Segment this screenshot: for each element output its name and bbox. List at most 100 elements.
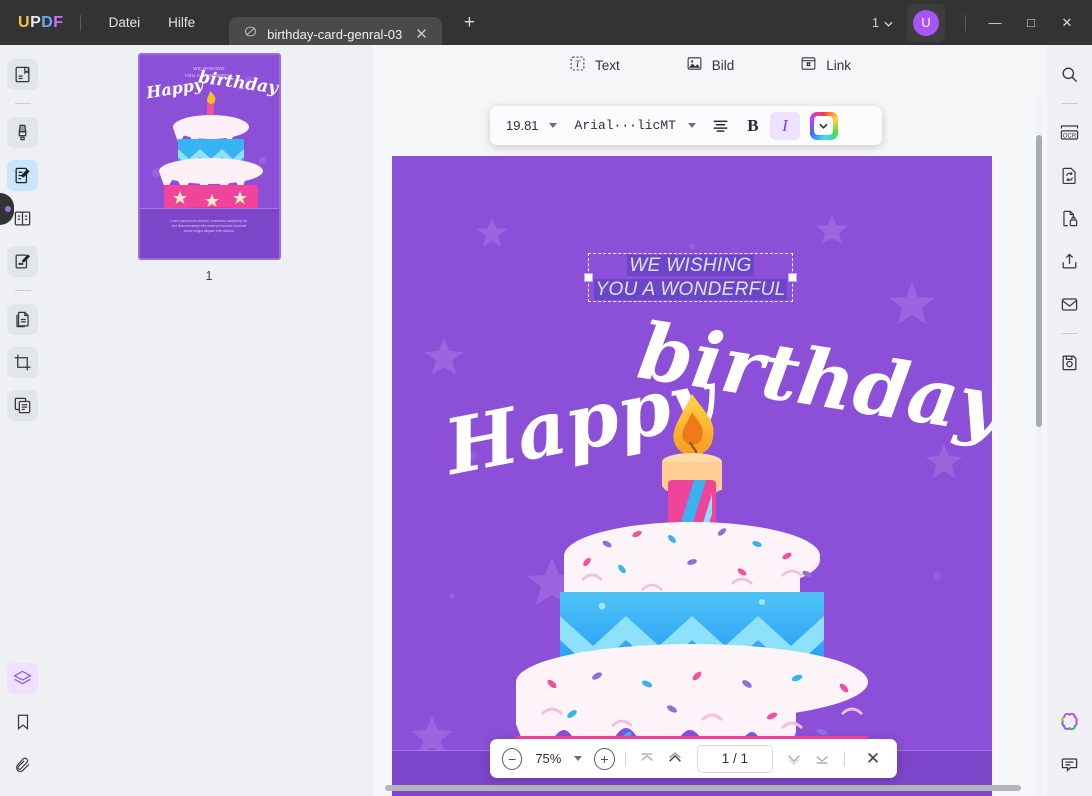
left-tool-rail	[0, 45, 45, 796]
font-size-value: 19.81	[506, 118, 539, 133]
canvas-scroll-area[interactable]: Happy birthday WE WISHING YOU A WONDERFU…	[373, 90, 1047, 796]
logo-letter-d: D	[41, 13, 54, 31]
image-icon	[686, 55, 703, 75]
text-color-button[interactable]	[809, 111, 838, 140]
tab-close-icon[interactable]: ✕	[411, 25, 432, 44]
bold-button[interactable]: B	[738, 112, 768, 140]
vertical-scrollbar-thumb[interactable]	[1036, 135, 1042, 427]
chevron-down-icon	[548, 123, 557, 128]
zoom-in-button[interactable]: +	[594, 747, 615, 770]
thumb-footer-text: Lorem ipsum dolor sit amet, consectetur …	[139, 208, 279, 258]
titlebar-divider	[79, 14, 81, 31]
prev-page-icon[interactable]	[663, 746, 687, 772]
next-page-icon[interactable]	[783, 746, 807, 772]
comment-icon[interactable]	[1054, 749, 1085, 780]
title-bar: U P D F Datei Hilfe birthday-card-genral…	[0, 0, 1092, 51]
main-body: WE WISHING YOU A WONDERFUL Happy birthda…	[0, 45, 1092, 796]
selected-text-line2: YOU A WONDERFUL	[593, 279, 788, 300]
thumbnail-page-number: 1	[205, 269, 213, 283]
last-page-icon[interactable]	[810, 746, 834, 772]
edit-pdf-icon[interactable]	[7, 160, 38, 191]
window-count-value: 1	[872, 15, 879, 30]
share-icon[interactable]	[1054, 246, 1085, 277]
thumbnail-page-1[interactable]: WE WISHING YOU A WONDERFUL Happy birthda…	[137, 53, 281, 260]
font-family-value: Arial···licMT	[574, 118, 676, 133]
protect-icon[interactable]	[1054, 203, 1085, 234]
svg-text:T: T	[575, 59, 581, 69]
crop-icon[interactable]	[7, 347, 38, 378]
logo-letter-u: U	[18, 13, 31, 31]
convert-icon[interactable]	[1054, 160, 1085, 191]
ocr-icon[interactable]: OCR	[1054, 117, 1085, 148]
search-icon[interactable]	[1054, 59, 1085, 90]
window-count-selector[interactable]: 1	[864, 11, 901, 35]
edit-toolbar: T Text Bild Link	[373, 45, 1047, 85]
tool-bild[interactable]: Bild	[678, 50, 743, 80]
account-button[interactable]: U	[907, 3, 945, 42]
email-icon[interactable]	[1054, 289, 1085, 320]
chevron-down-icon	[687, 123, 696, 128]
bookmark-icon[interactable]	[7, 706, 38, 737]
right-rail-divider-1	[1061, 103, 1078, 104]
handle-dot	[5, 206, 11, 212]
zoom-level-value[interactable]: 75%	[526, 751, 570, 766]
updf-application-window: U P D F Datei Hilfe birthday-card-genral…	[0, 0, 1092, 796]
text-icon: T	[569, 55, 586, 75]
attachment-icon[interactable]	[7, 749, 38, 780]
sign-icon[interactable]	[7, 246, 38, 277]
layers-icon[interactable]	[7, 663, 38, 694]
pdf-file-icon	[243, 24, 258, 44]
svg-text:OCR: OCR	[1063, 133, 1077, 139]
pdf-page[interactable]: Happy birthday WE WISHING YOU A WONDERFU…	[392, 156, 992, 796]
right-tool-rail: OCR	[1047, 45, 1092, 796]
link-icon	[800, 55, 817, 75]
pdf-viewer: T Text Bild Link Happy birthday WE WISHI…	[373, 45, 1047, 796]
compare-icon[interactable]	[7, 390, 38, 421]
selected-text-box[interactable]: WE WISHING YOU A WONDERFUL	[584, 253, 797, 302]
thumbnail-panel: WE WISHING YOU A WONDERFUL Happy birthda…	[45, 45, 373, 796]
right-rail-divider-2	[1061, 333, 1078, 334]
zoom-out-button[interactable]: −	[502, 747, 523, 770]
maximize-button[interactable]: □	[1014, 8, 1048, 38]
font-family-selector[interactable]: Arial···licMT	[567, 114, 704, 137]
save-as-icon[interactable]	[1054, 347, 1085, 378]
resize-handle-right[interactable]	[788, 272, 797, 282]
close-zoom-bar-button[interactable]: ✕	[861, 746, 885, 772]
minimize-button[interactable]: —	[978, 8, 1012, 38]
new-tab-button[interactable]: +	[458, 12, 481, 33]
color-swatch	[814, 116, 834, 135]
updf-logo: U P D F	[18, 14, 64, 32]
reader-mode-icon[interactable]	[7, 59, 38, 90]
horizontal-scrollbar-thumb[interactable]	[385, 785, 1021, 791]
chevron-down-icon	[884, 16, 893, 30]
selected-text-content: WE WISHING YOU A WONDERFUL	[589, 254, 792, 302]
tool-text-label: Text	[594, 57, 620, 73]
menu-hilfe[interactable]: Hilfe	[154, 9, 209, 36]
tool-link[interactable]: Link	[792, 50, 859, 80]
zoom-dropdown-chevron-down-icon[interactable]	[574, 756, 583, 761]
organize-pages-icon[interactable]	[7, 304, 38, 335]
zoom-divider-1	[624, 751, 626, 766]
font-size-selector[interactable]: 19.81	[498, 114, 565, 137]
page-indicator[interactable]: 1 / 1	[697, 744, 773, 773]
menu-datei[interactable]: Datei	[95, 9, 155, 36]
tab-title: birthday-card-genral-03	[267, 26, 403, 42]
selected-text-line1: WE WISHING	[627, 255, 754, 276]
first-page-icon[interactable]	[636, 746, 660, 772]
chevron-down-icon	[819, 123, 829, 129]
titlebar-divider-2	[965, 14, 966, 31]
italic-button[interactable]: I	[769, 111, 800, 140]
resize-handle-left[interactable]	[584, 272, 593, 282]
cake-illustration	[516, 394, 868, 796]
zoom-navigation-bar: − 75% + 1 / 1 ✕	[490, 739, 897, 778]
avatar: U	[913, 9, 939, 36]
close-window-button[interactable]: ✕	[1050, 8, 1084, 38]
rail-divider-2	[14, 290, 31, 291]
align-button[interactable]	[706, 112, 736, 140]
highlighter-icon[interactable]	[7, 117, 38, 148]
tool-text[interactable]: T Text	[561, 50, 628, 80]
align-icon	[714, 120, 728, 132]
ai-assistant-icon[interactable]	[1054, 706, 1085, 737]
rail-divider-1	[14, 103, 31, 104]
logo-letter-p: P	[30, 13, 42, 31]
